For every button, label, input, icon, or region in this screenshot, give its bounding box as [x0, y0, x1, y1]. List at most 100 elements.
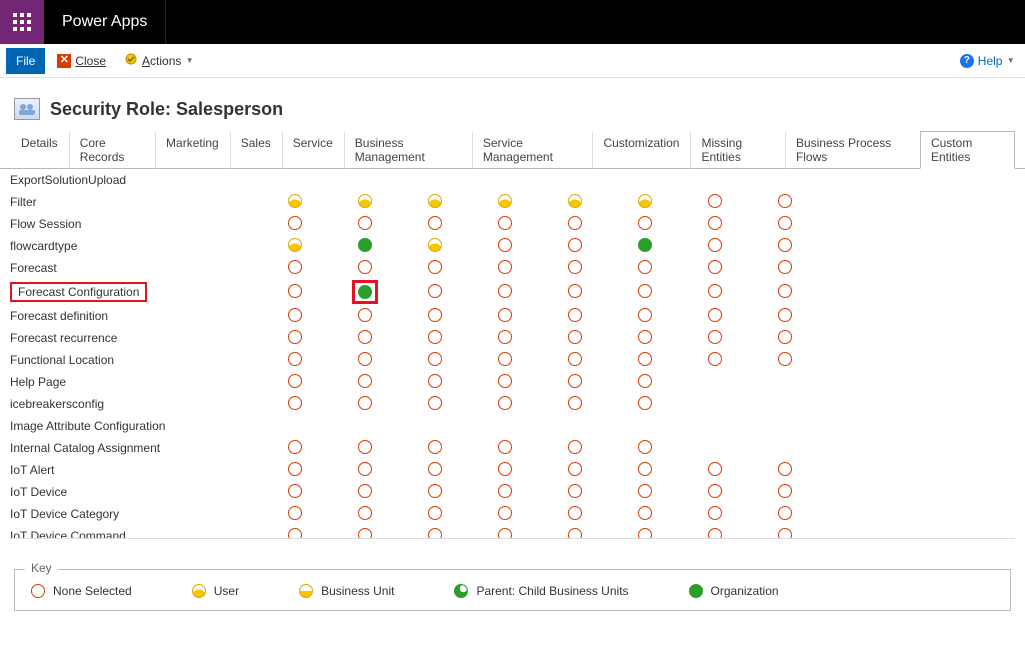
privilege-cell[interactable]	[470, 415, 540, 437]
privilege-cell[interactable]	[400, 279, 470, 305]
privilege-cell[interactable]	[260, 481, 330, 503]
privilege-cell[interactable]	[260, 327, 330, 349]
privilege-cell[interactable]	[330, 371, 400, 393]
privilege-cell[interactable]	[540, 415, 610, 437]
privilege-cell[interactable]	[400, 371, 470, 393]
privilege-cell[interactable]	[400, 257, 470, 279]
privilege-cell[interactable]	[750, 305, 820, 327]
privilege-cell[interactable]	[400, 305, 470, 327]
privilege-cell[interactable]	[470, 349, 540, 371]
privilege-cell[interactable]	[470, 327, 540, 349]
privilege-cell[interactable]	[260, 191, 330, 213]
privilege-cell[interactable]	[610, 503, 680, 525]
privilege-cell[interactable]	[330, 235, 400, 257]
privilege-cell[interactable]	[330, 393, 400, 415]
privilege-cell[interactable]	[260, 459, 330, 481]
privilege-cell[interactable]	[680, 437, 750, 459]
privilege-cell[interactable]	[400, 415, 470, 437]
privilege-cell[interactable]	[330, 503, 400, 525]
privilege-cell[interactable]	[750, 459, 820, 481]
privilege-cell[interactable]	[400, 525, 470, 539]
privilege-cell[interactable]	[260, 393, 330, 415]
privilege-cell[interactable]	[400, 327, 470, 349]
privilege-cell[interactable]	[400, 393, 470, 415]
privilege-cell[interactable]	[540, 305, 610, 327]
privilege-cell[interactable]	[330, 525, 400, 539]
privilege-cell[interactable]	[680, 191, 750, 213]
privilege-cell[interactable]	[260, 213, 330, 235]
privilege-cell[interactable]	[610, 235, 680, 257]
privilege-cell[interactable]	[680, 481, 750, 503]
privilege-cell[interactable]	[330, 415, 400, 437]
privilege-cell[interactable]	[610, 481, 680, 503]
privilege-cell[interactable]	[610, 191, 680, 213]
privilege-cell[interactable]	[470, 525, 540, 539]
privilege-cell[interactable]	[470, 393, 540, 415]
privilege-cell[interactable]	[330, 191, 400, 213]
privilege-cell[interactable]	[470, 213, 540, 235]
privilege-cell[interactable]	[610, 257, 680, 279]
privilege-cell[interactable]	[680, 393, 750, 415]
privilege-cell[interactable]	[330, 437, 400, 459]
privilege-cell[interactable]	[750, 169, 820, 191]
privilege-cell[interactable]	[470, 257, 540, 279]
privilege-cell[interactable]	[330, 305, 400, 327]
close-button[interactable]: ✕ Close	[51, 51, 112, 71]
privilege-cell[interactable]	[400, 437, 470, 459]
tab-business-process-flows[interactable]: Business Process Flows	[785, 131, 920, 169]
privilege-cell[interactable]	[610, 305, 680, 327]
privilege-cell[interactable]	[610, 327, 680, 349]
tab-customization[interactable]: Customization	[592, 131, 690, 169]
privilege-cell[interactable]	[400, 349, 470, 371]
privilege-cell[interactable]	[750, 349, 820, 371]
privilege-cell[interactable]	[470, 235, 540, 257]
privilege-cell[interactable]	[750, 327, 820, 349]
privilege-cell[interactable]	[750, 213, 820, 235]
privilege-cell[interactable]	[470, 169, 540, 191]
privilege-cell[interactable]	[400, 191, 470, 213]
tab-custom-entities[interactable]: Custom Entities	[920, 131, 1015, 169]
privilege-cell[interactable]	[610, 415, 680, 437]
privilege-cell[interactable]	[260, 257, 330, 279]
privilege-cell[interactable]	[260, 371, 330, 393]
privilege-cell[interactable]	[610, 437, 680, 459]
privilege-cell[interactable]	[400, 213, 470, 235]
privilege-cell[interactable]	[610, 393, 680, 415]
privilege-cell[interactable]	[540, 371, 610, 393]
privilege-cell[interactable]	[400, 503, 470, 525]
privilege-cell[interactable]	[680, 257, 750, 279]
privilege-cell[interactable]	[750, 371, 820, 393]
privilege-cell[interactable]	[470, 437, 540, 459]
privilege-cell[interactable]	[260, 169, 330, 191]
privilege-cell[interactable]	[330, 279, 400, 305]
privilege-cell[interactable]	[680, 371, 750, 393]
privilege-cell[interactable]	[750, 191, 820, 213]
privilege-cell[interactable]	[610, 525, 680, 539]
privilege-cell[interactable]	[330, 169, 400, 191]
actions-menu[interactable]: Actions	[118, 49, 198, 72]
privilege-cell[interactable]	[680, 235, 750, 257]
privilege-cell[interactable]	[540, 437, 610, 459]
privilege-cell[interactable]	[540, 525, 610, 539]
privilege-cell[interactable]	[470, 503, 540, 525]
privilege-cell[interactable]	[540, 279, 610, 305]
privilege-cell[interactable]	[540, 257, 610, 279]
tab-marketing[interactable]: Marketing	[155, 131, 230, 169]
tab-core-records[interactable]: Core Records	[69, 131, 155, 169]
privilege-cell[interactable]	[540, 191, 610, 213]
privilege-cell[interactable]	[470, 279, 540, 305]
privilege-cell[interactable]	[680, 525, 750, 539]
tab-business-management[interactable]: Business Management	[344, 131, 472, 169]
privilege-cell[interactable]	[540, 459, 610, 481]
privilege-cell[interactable]	[260, 349, 330, 371]
privilege-cell[interactable]	[470, 305, 540, 327]
privilege-cell[interactable]	[470, 191, 540, 213]
privilege-cell[interactable]	[680, 327, 750, 349]
privilege-cell[interactable]	[540, 349, 610, 371]
privilege-cell[interactable]	[330, 213, 400, 235]
tab-details[interactable]: Details	[10, 131, 69, 169]
privileges-scroll[interactable]: ExportSolutionUploadFilterFlow Sessionfl…	[10, 169, 1015, 539]
privilege-cell[interactable]	[330, 327, 400, 349]
privilege-cell[interactable]	[540, 503, 610, 525]
tab-service[interactable]: Service	[282, 131, 344, 169]
